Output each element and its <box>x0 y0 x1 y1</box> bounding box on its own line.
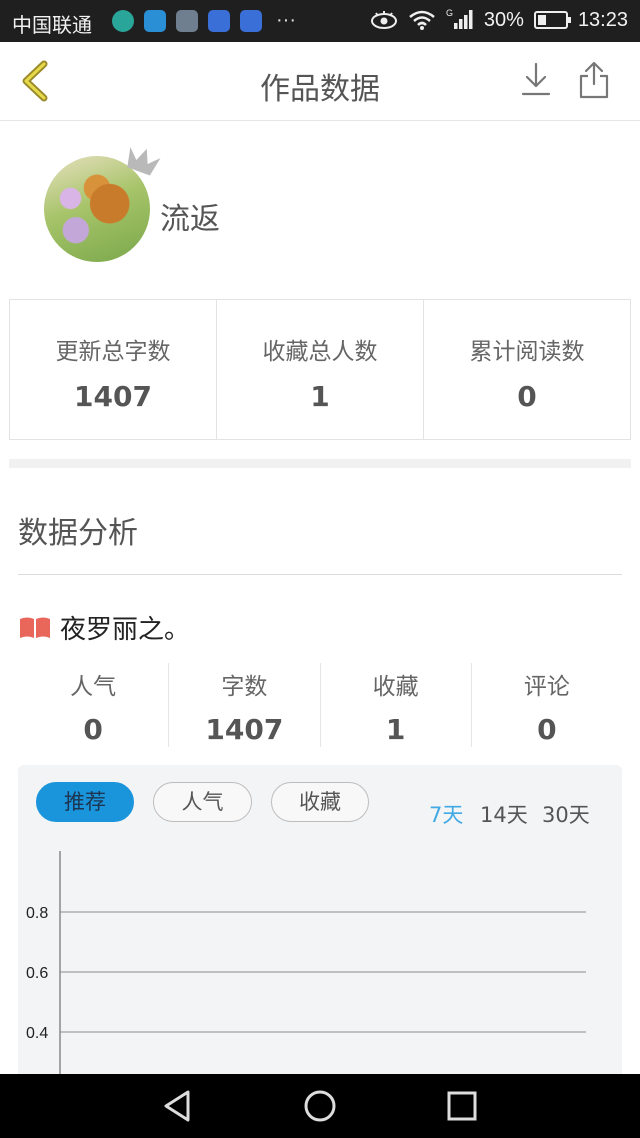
stat-label: 收藏总人数 <box>262 339 378 365</box>
stats-summary: 更新总字数 1407 收藏总人数 1 累计阅读数 0 <box>9 299 631 440</box>
system-nav-bar <box>0 1074 640 1138</box>
download-icon <box>521 62 551 96</box>
wifi-icon <box>409 10 435 30</box>
moon-app-icon <box>112 9 134 32</box>
battery-fill <box>537 15 546 25</box>
eye-comfort-icon <box>370 11 397 29</box>
metric-label: 收藏 <box>372 674 419 700</box>
nav-back-button[interactable] <box>158 1088 198 1124</box>
notification-icons: ··· <box>112 9 296 32</box>
stat-total-reads: 累计阅读数 0 <box>424 300 630 439</box>
book-icon <box>20 617 50 638</box>
share-icon <box>579 61 609 99</box>
nav-home-button[interactable] <box>300 1088 340 1124</box>
gallery-app-icon <box>176 9 198 32</box>
metric-value: 1407 <box>205 713 284 746</box>
metric-value: 0 <box>83 713 103 746</box>
stat-value: 0 <box>517 380 537 413</box>
metric-label: 字数 <box>221 674 268 700</box>
stat-value: 1407 <box>74 380 152 413</box>
triangle-back-icon <box>164 1090 190 1122</box>
metric-value: 0 <box>537 713 557 746</box>
battery-percent: 30% <box>483 8 524 31</box>
clock: 13:23 <box>577 8 628 31</box>
trend-chart: 0.8 0.6 0.4 <box>26 851 586 1085</box>
stat-total-words: 更新总字数 1407 <box>10 300 217 439</box>
status-bar: 中国联通 ··· G 30% 13:23 <box>0 0 640 42</box>
y-tick-label: 0.6 <box>26 965 48 982</box>
square-recents-icon <box>447 1091 477 1121</box>
circle-home-icon <box>304 1090 336 1122</box>
nav-recents-button[interactable] <box>442 1088 482 1124</box>
stat-value: 1 <box>310 380 330 413</box>
book-title: 夜罗丽之。 <box>60 615 191 645</box>
trend-chart-card: 推荐 人气 收藏 7天 14天 30天 0.8 0.6 0.4 <box>18 765 622 1085</box>
book-title-row[interactable]: 夜罗丽之。 <box>18 609 190 646</box>
download-button[interactable] <box>516 60 556 100</box>
network-type-label: G <box>446 8 453 18</box>
battery-icon <box>533 11 571 29</box>
more-notifications-indicator: ··· <box>276 9 296 31</box>
stat-label: 更新总字数 <box>55 339 171 365</box>
section-title: 数据分析 <box>18 516 138 551</box>
y-tick-label: 0.8 <box>26 905 48 922</box>
metric-favorites: 收藏 1 <box>321 663 472 747</box>
stat-total-favorites: 收藏总人数 1 <box>217 300 424 439</box>
divider <box>18 574 622 575</box>
metric-label: 人气 <box>70 674 117 700</box>
baidu-paw-icon-2 <box>240 9 262 32</box>
battery-tip <box>567 17 571 23</box>
username: 流返 <box>160 202 220 237</box>
location-app-icon <box>144 9 166 32</box>
signal-icon: G <box>446 8 473 29</box>
section-separator <box>9 459 631 468</box>
nav-bar: 作品数据 <box>0 42 640 121</box>
metric-popularity: 人气 0 <box>18 663 170 747</box>
carrier-name: 中国联通 <box>12 15 92 37</box>
share-button[interactable] <box>574 60 614 100</box>
baidu-paw-icon <box>208 9 230 32</box>
metric-label: 评论 <box>523 674 570 700</box>
crown-icon <box>127 147 161 176</box>
stat-label: 累计阅读数 <box>469 339 585 365</box>
metric-value: 1 <box>385 713 406 746</box>
book-metrics: 人气 0 字数 1407 收藏 1 评论 0 <box>18 663 622 747</box>
metric-comments: 评论 0 <box>472 663 622 747</box>
metric-words: 字数 1407 <box>169 663 321 747</box>
y-tick-label: 0.4 <box>26 1025 48 1042</box>
